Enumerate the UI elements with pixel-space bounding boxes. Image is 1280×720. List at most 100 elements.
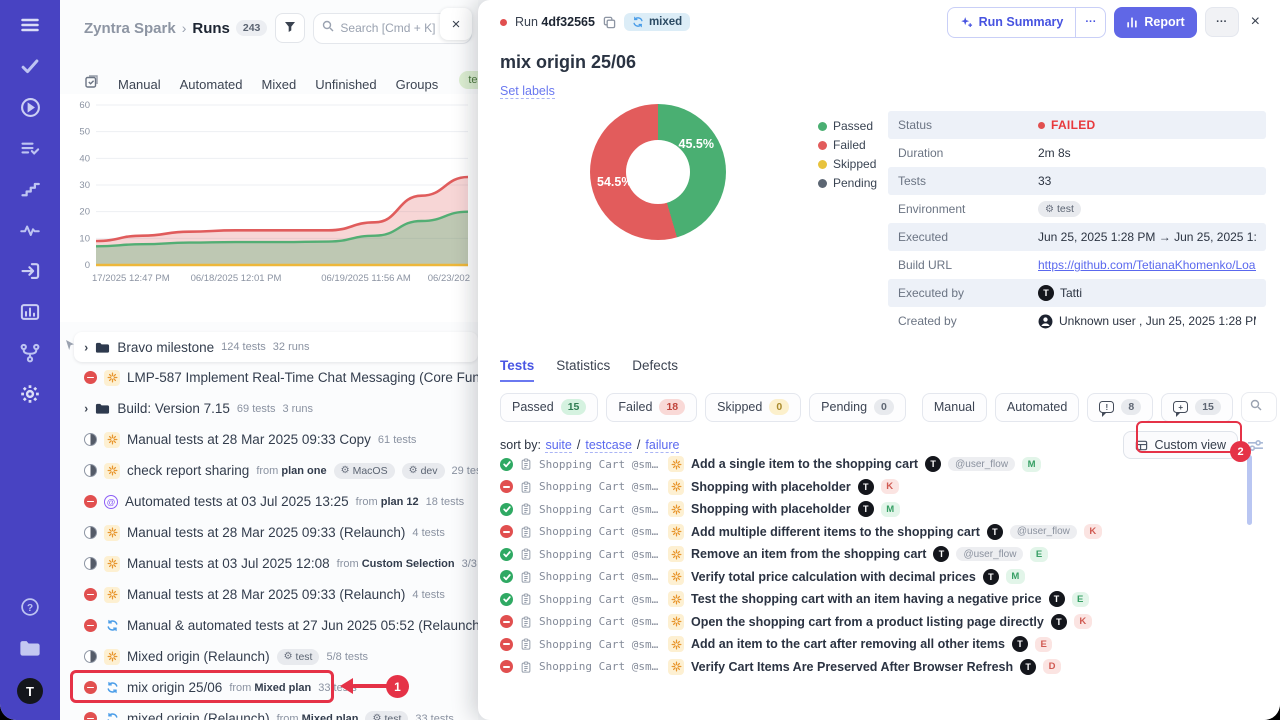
run-list-item[interactable]: Mixed origin (Relaunch) ⚙test 5/8 tests bbox=[60, 641, 478, 672]
run-list-item[interactable]: mixed origin (Relaunch)from Mixed plan⚙t… bbox=[60, 703, 478, 720]
run-type-label: mixed bbox=[649, 16, 682, 28]
test-row[interactable]: Shopping Cart @sm…Remove an item from th… bbox=[490, 543, 1254, 566]
passed-status-icon bbox=[500, 548, 513, 561]
run-summary-button[interactable]: Run Summary ··· bbox=[947, 7, 1107, 38]
test-row[interactable]: Shopping Cart @sm…Verify Cart Items Are … bbox=[490, 656, 1254, 679]
manual-sparkle-icon bbox=[668, 636, 684, 652]
activity-icon[interactable] bbox=[19, 219, 41, 241]
failed-status-icon bbox=[500, 525, 513, 538]
filter-manual[interactable]: Manual bbox=[922, 393, 987, 422]
filter-automated[interactable]: Automated bbox=[995, 393, 1079, 422]
filter-failed[interactable]: Failed18 bbox=[606, 393, 697, 422]
environment-tag: ⚙test bbox=[277, 649, 320, 665]
report-button[interactable]: Report bbox=[1114, 7, 1196, 38]
runs-tab-automated[interactable]: Automated bbox=[180, 77, 243, 92]
env-corner-tag: tes bbox=[459, 71, 478, 89]
run-list-item[interactable]: check report sharingfrom plan one⚙MacOS⚙… bbox=[60, 455, 478, 486]
test-suite: Shopping Cart @sm… bbox=[539, 570, 661, 583]
comment-plus-filter[interactable]: +15 bbox=[1161, 393, 1233, 422]
run-list-item[interactable]: Manual tests at 28 Mar 2025 09:33 (Relau… bbox=[60, 517, 478, 548]
copy-icon[interactable] bbox=[603, 16, 616, 29]
runs-count: 32 runs bbox=[273, 341, 310, 353]
menu-icon[interactable] bbox=[19, 14, 41, 36]
run-list-item[interactable]: Manual tests at 03 Jul 2025 12:08from Cu… bbox=[60, 548, 478, 579]
runs-tab-groups[interactable]: Groups bbox=[396, 77, 439, 92]
filter-skipped[interactable]: Skipped0 bbox=[705, 393, 801, 422]
bar-chart-icon[interactable] bbox=[19, 301, 41, 323]
select-runs-icon[interactable] bbox=[84, 74, 99, 94]
avatar: T bbox=[1038, 285, 1054, 301]
sort-by-suite[interactable]: suite bbox=[545, 438, 571, 453]
manual-sparkle-icon bbox=[104, 556, 120, 572]
test-row[interactable]: Shopping Cart @sm…Shopping with placehol… bbox=[490, 498, 1254, 521]
failed-status-icon bbox=[84, 619, 97, 632]
check-icon[interactable] bbox=[19, 55, 41, 77]
more-actions-button[interactable]: ··· bbox=[1205, 7, 1239, 37]
sign-in-icon[interactable] bbox=[19, 260, 41, 282]
run-title: Mixed origin (Relaunch) bbox=[127, 649, 270, 664]
close-drawer-button[interactable]: × bbox=[1247, 13, 1264, 31]
runs-tab-mixed[interactable]: Mixed bbox=[262, 77, 297, 92]
tests-count: 5/8 tests bbox=[326, 651, 368, 663]
set-labels-link[interactable]: Set labels bbox=[500, 84, 555, 99]
filter-count-badge: 15 bbox=[561, 399, 587, 415]
environment-tag: ⚙dev bbox=[402, 463, 445, 479]
close-panel-button[interactable]: × bbox=[440, 8, 472, 40]
chevron-right-icon[interactable]: › bbox=[84, 402, 88, 416]
run-list-item[interactable]: Manual & automated tests at 27 Jun 2025 … bbox=[60, 610, 478, 641]
test-row[interactable]: Shopping Cart @sm…Open the shopping cart… bbox=[490, 611, 1254, 634]
donut-legend: PassedFailedSkippedPending bbox=[818, 119, 877, 195]
test-row[interactable]: Shopping Cart @sm…Test the shopping cart… bbox=[490, 588, 1254, 611]
test-list-scrollbar[interactable] bbox=[1247, 455, 1252, 525]
environment-tag: ⚙MacOS bbox=[334, 463, 395, 479]
test-search[interactable] bbox=[1241, 392, 1277, 422]
branch-icon[interactable] bbox=[19, 342, 41, 364]
gear-icon[interactable] bbox=[19, 383, 41, 405]
build-url-link[interactable]: https://github.com/TetianaKhomenko/Load-… bbox=[1038, 258, 1256, 272]
owner-letter-badge: M bbox=[1006, 569, 1025, 584]
filter-pending[interactable]: Pending0 bbox=[809, 393, 906, 422]
folder-list-item[interactable]: ›Bravo milestone124 tests32 runs bbox=[74, 332, 478, 362]
test-row[interactable]: Shopping Cart @sm…Add an item to the car… bbox=[490, 633, 1254, 656]
test-row[interactable]: Shopping Cart @sm…Add a single item to t… bbox=[490, 453, 1254, 476]
run-list-item[interactable]: Manual tests at 28 Mar 2025 09:33 (Relau… bbox=[60, 579, 478, 610]
annotation-badge-1: 1 bbox=[386, 675, 409, 698]
legend-dot bbox=[818, 122, 827, 131]
run-list-item[interactable]: LMP-587 Implement Real-Time Chat Messagi… bbox=[60, 362, 478, 393]
comment-exclamation-filter[interactable]: !8 bbox=[1087, 393, 1153, 422]
run-summary-more-button[interactable]: ··· bbox=[1075, 8, 1105, 37]
run-title: Manual tests at 28 Mar 2025 09:33 (Relau… bbox=[127, 525, 405, 540]
folder-icon[interactable] bbox=[19, 637, 41, 659]
sparkle-plus-icon bbox=[960, 16, 973, 29]
owner-letter-badge: K bbox=[881, 479, 899, 494]
assignee-avatar: T bbox=[1049, 591, 1065, 607]
help-icon[interactable]: ? bbox=[19, 596, 41, 618]
chevron-right-icon[interactable]: › bbox=[84, 340, 88, 354]
sort-by-failure[interactable]: failure bbox=[645, 438, 679, 453]
passed-status-icon bbox=[500, 570, 513, 583]
sort-by-testcase[interactable]: testcase bbox=[585, 438, 632, 453]
breadcrumb-project[interactable]: Zyntra Spark bbox=[84, 20, 176, 37]
tab-tests[interactable]: Tests bbox=[500, 358, 534, 382]
test-row[interactable]: Shopping Cart @sm…Add multiple different… bbox=[490, 521, 1254, 544]
play-circle-icon[interactable] bbox=[19, 96, 41, 118]
tab-defects[interactable]: Defects bbox=[632, 358, 678, 382]
run-list-item[interactable]: @Automated tests at 03 Jul 2025 13:25fro… bbox=[60, 486, 478, 517]
filter-button[interactable] bbox=[275, 13, 305, 43]
cursor-icon bbox=[65, 338, 75, 356]
test-row[interactable]: Shopping Cart @sm…Verify total price cal… bbox=[490, 566, 1254, 589]
annotation-arrow bbox=[352, 684, 390, 688]
testcase-icon bbox=[520, 593, 532, 605]
user-avatar[interactable]: T bbox=[17, 678, 43, 704]
runs-tab-unfinished[interactable]: Unfinished bbox=[315, 77, 376, 92]
breadcrumb-section: Runs bbox=[192, 20, 230, 37]
test-row[interactable]: Shopping Cart @sm…Shopping with placehol… bbox=[490, 476, 1254, 499]
list-check-icon[interactable] bbox=[19, 137, 41, 159]
manual-sparkle-icon bbox=[104, 370, 120, 386]
tab-statistics[interactable]: Statistics bbox=[556, 358, 610, 382]
filter-passed[interactable]: Passed15 bbox=[500, 393, 598, 422]
steps-icon[interactable] bbox=[19, 178, 41, 200]
run-list-item[interactable]: Manual tests at 28 Mar 2025 09:33 Copy61… bbox=[60, 424, 478, 455]
folder-list-item[interactable]: ›Build: Version 7.1569 tests3 runs bbox=[60, 393, 478, 424]
runs-tab-manual[interactable]: Manual bbox=[118, 77, 161, 92]
